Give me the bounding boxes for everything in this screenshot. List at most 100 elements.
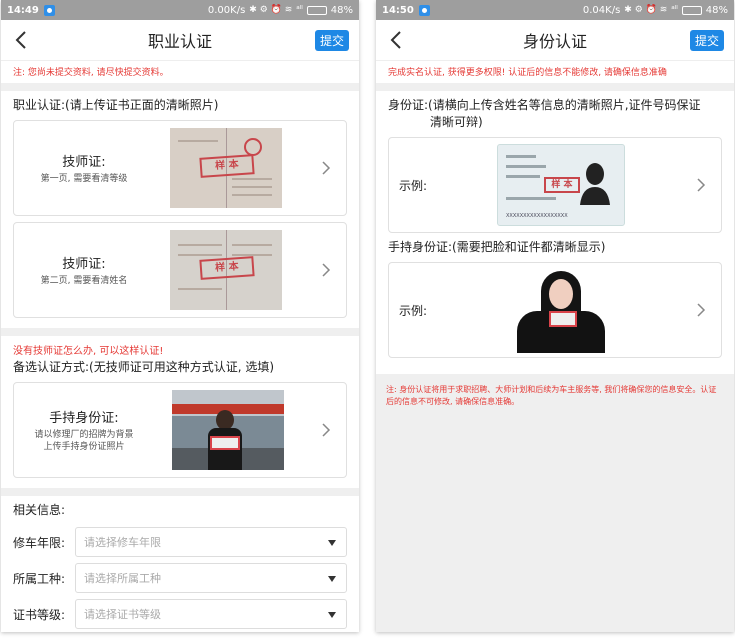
network-speed: 0.04K/s [582, 4, 621, 16]
person-face [549, 279, 573, 309]
no-certificate-hint: 没有技师证怎么办, 可以这样认证! [13, 346, 164, 357]
text-line [506, 197, 556, 200]
card-subtitle: 上传手持身份证照片 [43, 442, 125, 452]
nav-bar: 身份认证 提交 [376, 20, 734, 60]
signal-icon: ᵃˡˡ [296, 5, 303, 15]
sample-stamp: 样 本 [199, 256, 255, 280]
battery-icon [306, 5, 327, 15]
example-label: 示例: [399, 178, 428, 193]
section-title-continued: 清晰可辩) [430, 115, 483, 129]
phone-identity-certification: 14:50 0.04K/s ✱ ⚙ ⏰ ≋ ᵃˡˡ 48% 身份认证 提交 完成… [376, 0, 734, 632]
notice-text: 完成实名认证, 获得更多权限! 认证后的信息不能修改, 请确保信息准确 [376, 60, 734, 83]
status-time: 14:49 [7, 4, 39, 16]
work-type-select[interactable]: 请选择所属工种 [75, 563, 347, 593]
card-title: 技师证: [62, 155, 106, 170]
id-card-section: 身份证:(请横向上传含姓名等信息的清晰照片,证件号码保证 清晰可辩) 示例: 样… [376, 91, 734, 374]
text-line [178, 288, 222, 290]
section-title: 身份证:(请横向上传含姓名等信息的清晰照片,证件号码保证 [388, 98, 701, 112]
section-divider [376, 83, 734, 91]
status-right: 0.00K/s ✱ ⚙ ⏰ ≋ ᵃˡˡ 48% [208, 5, 353, 16]
dropdown-arrow-icon [328, 612, 336, 618]
text-line [506, 175, 540, 178]
id-number: XXXXXXXXXXXXXXXXXX [506, 213, 568, 219]
network-speed: 0.00K/s [207, 4, 246, 16]
repair-years-select[interactable]: 请选择修车年限 [75, 527, 347, 557]
card-title: 技师证: [62, 257, 106, 272]
section-title: 职业认证:(请上传证书正面的清晰照片) [13, 98, 219, 112]
portrait-silhouette-icon [580, 163, 610, 205]
signal-icon: ᵃˡˡ [671, 5, 678, 15]
id-card-example[interactable]: 示例: 样 本 XXXXXXXXXXXXXXXXXX [388, 137, 722, 233]
text-line [506, 165, 546, 168]
battery-percent: 48% [705, 4, 728, 16]
work-type-row: 所属工种: 请选择所属工种 [13, 563, 347, 593]
screenshot-stage: 14:49 0.00K/s ✱ ⚙ ⏰ ≋ ᵃˡˡ 48% 职业认证 提交 注:… [0, 0, 735, 638]
card-subtitle: 第二页, 需要看清姓名 [40, 276, 128, 286]
card-text: 技师证: 第二页, 需要看清姓名 [14, 253, 154, 287]
back-arrow-icon[interactable] [386, 29, 408, 51]
status-right: 0.04K/s ✱ ⚙ ⏰ ≋ ᵃˡˡ 48% [583, 5, 728, 16]
certificate-page2-card[interactable]: 技师证: 第二页, 需要看清姓名 样 本 [13, 222, 347, 318]
text-line [178, 254, 222, 256]
chevron-right-icon [697, 178, 706, 192]
app-notification-icon [418, 4, 430, 16]
card-subtitle: 请以修理厂的招牌为背景 [34, 430, 134, 440]
page-title: 身份认证 [522, 32, 587, 51]
hold-id-example[interactable]: 示例: [388, 262, 722, 358]
field-label: 所属工种: [13, 571, 66, 586]
system-icons: ✱ ⚙ ⏰ ≋ [249, 5, 293, 15]
certificate-section: 职业认证:(请上传证书正面的清晰照片) 技师证: 第一页, 需要看清等级 样 本 [1, 91, 359, 328]
certificate-sample-image: 样 本 [170, 230, 282, 310]
section-divider [1, 83, 359, 91]
hold-id-sample-image [497, 267, 625, 353]
submit-button[interactable]: 提交 [689, 30, 724, 51]
status-time: 14:50 [382, 4, 414, 16]
system-icons: ✱ ⚙ ⏰ ≋ [624, 5, 668, 15]
certificate-level-select[interactable]: 请选择证书等级 [75, 599, 347, 629]
select-placeholder: 请选择修车年限 [84, 536, 161, 549]
text-line [178, 140, 218, 142]
phone-occupation-certification: 14:49 0.00K/s ✱ ⚙ ⏰ ≋ ᵃˡˡ 48% 职业认证 提交 注:… [1, 0, 359, 632]
text-line [232, 178, 272, 180]
text-line [232, 186, 272, 188]
chevron-right-icon [322, 423, 331, 437]
hold-id-card-upload[interactable]: 手持身份证: 请以修理厂的招牌为背景 上传手持身份证照片 [13, 382, 347, 478]
submit-button[interactable]: 提交 [314, 30, 349, 51]
related-info-section: 相关信息: 修车年限: 请选择修车年限 所属工种: 请选择所属工种 证书等级: … [1, 496, 359, 632]
status-bar: 14:49 0.00K/s ✱ ⚙ ⏰ ≋ ᵃˡˡ 48% [1, 0, 359, 20]
dropdown-arrow-icon [328, 540, 336, 546]
repair-years-row: 修车年限: 请选择修车年限 [13, 527, 347, 557]
back-arrow-icon[interactable] [11, 29, 33, 51]
hold-id-sample-image [172, 390, 284, 470]
battery-percent: 48% [330, 4, 353, 16]
certificate-page1-card[interactable]: 技师证: 第一页, 需要看清等级 样 本 [13, 120, 347, 216]
card-text: 手持身份证: 请以修理厂的招牌为背景 上传手持身份证照片 [14, 407, 154, 453]
notice-text: 注: 您尚未提交资料, 请尽快提交资料。 [1, 60, 359, 83]
held-id-card [549, 311, 577, 327]
card-text: 技师证: 第一页, 需要看清等级 [14, 151, 154, 185]
field-label: 证书等级: [13, 607, 66, 622]
page-title: 职业认证 [147, 32, 212, 51]
select-placeholder: 请选择所属工种 [84, 572, 161, 585]
section-title: 相关信息: [13, 503, 66, 517]
chevron-right-icon [697, 303, 706, 317]
id-card-sample-image: 样 本 XXXXXXXXXXXXXXXXXX [497, 144, 625, 226]
sample-stamp: 样 本 [199, 154, 255, 178]
sample-stamp: 样 本 [544, 177, 580, 193]
nav-bar: 职业认证 提交 [1, 20, 359, 60]
status-bar: 14:50 0.04K/s ✱ ⚙ ⏰ ≋ ᵃˡˡ 48% [376, 0, 734, 20]
field-label: 修车年限: [13, 535, 66, 550]
text-line [178, 244, 222, 246]
battery-icon [681, 5, 702, 15]
section-title: 备选认证方式:(无技师证可用这种方式认证, 选填) [13, 360, 275, 374]
text-line [232, 194, 272, 196]
certificate-sample-image: 样 本 [170, 128, 282, 208]
certificate-level-row: 证书等级: 请选择证书等级 [13, 599, 347, 629]
dropdown-arrow-icon [328, 576, 336, 582]
example-label: 示例: [399, 303, 428, 318]
alternative-section: 没有技师证怎么办, 可以这样认证! 备选认证方式:(无技师证可用这种方式认证, … [1, 336, 359, 488]
card-title: 手持身份证: [49, 411, 119, 426]
chevron-right-icon [322, 263, 331, 277]
privacy-footnote: 注: 身份认证将用于求职招聘、大师计划和后续为车主服务等, 我们将确保您的信息安… [376, 374, 734, 418]
text-line [232, 244, 272, 246]
